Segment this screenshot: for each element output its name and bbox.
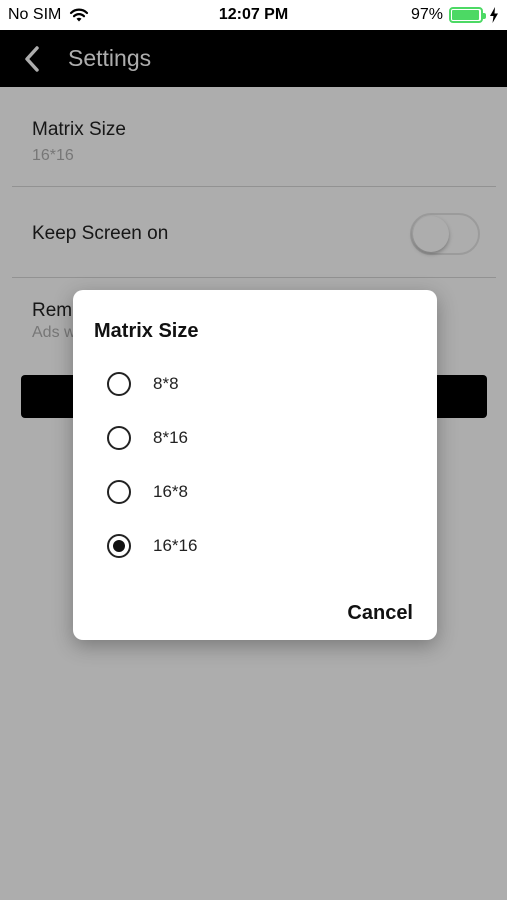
status-bar: No SIM 12:07 PM 97% (0, 0, 507, 30)
dialog-title: Matrix Size (94, 320, 199, 342)
battery-indicator: 97% (411, 6, 499, 24)
cancel-button[interactable]: Cancel (347, 602, 413, 625)
option-label: 8*8 (153, 374, 179, 393)
option-8x16[interactable]: 8*16 (107, 418, 407, 458)
option-16x16[interactable]: 16*16 (107, 526, 407, 566)
option-label: 16*16 (153, 536, 198, 555)
option-label: 16*8 (153, 482, 188, 501)
battery-icon (449, 7, 486, 23)
radio-button[interactable] (107, 426, 131, 450)
matrix-size-dialog: Matrix Size 8*8 8*16 16*8 16*16 Cancel (73, 290, 437, 640)
radio-button-selected[interactable] (107, 534, 131, 558)
option-label: 8*16 (153, 428, 188, 447)
option-16x8[interactable]: 16*8 (107, 472, 407, 512)
charging-bolt-icon (490, 7, 498, 23)
option-8x8[interactable]: 8*8 (107, 364, 407, 404)
battery-percent: 97% (410, 6, 443, 23)
radio-button[interactable] (107, 372, 131, 396)
radio-button[interactable] (107, 480, 131, 504)
